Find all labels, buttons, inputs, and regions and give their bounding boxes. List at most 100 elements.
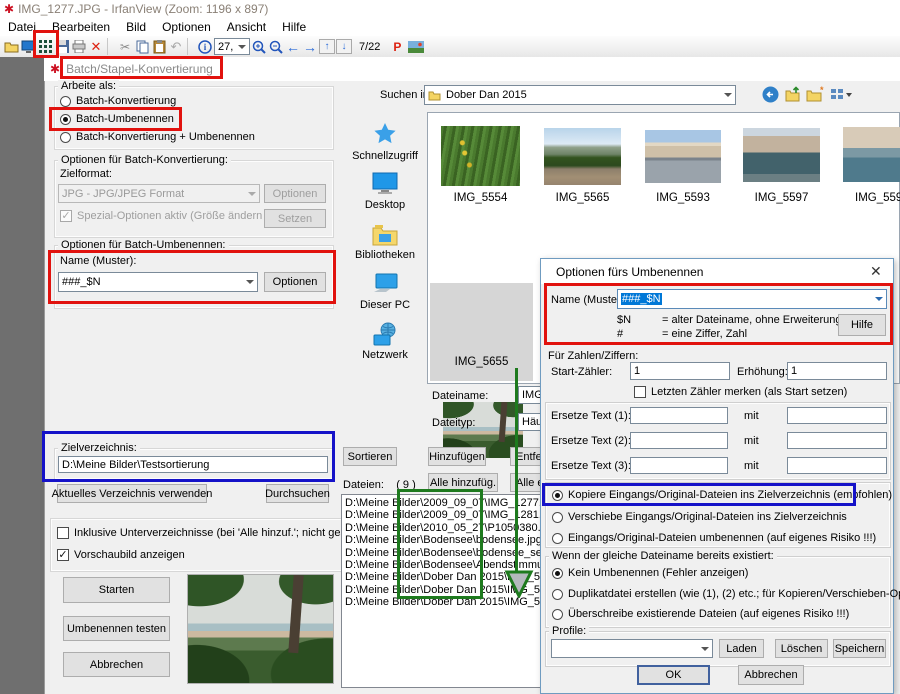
- netzwerk-icon[interactable]: [372, 322, 398, 351]
- undo-icon[interactable]: ↶: [168, 38, 184, 55]
- zaehler-merken-checkbox[interactable]: Letzten Zähler merken (als Start setzen): [634, 386, 847, 398]
- save-icon[interactable]: [54, 38, 70, 55]
- last-image-button[interactable]: ↓: [336, 39, 352, 54]
- umbenennen-testen-button[interactable]: Umbenennen testen: [63, 616, 170, 641]
- radio-batch-konv-umbenennen[interactable]: Batch-Konvertierung + Umbenennen: [60, 131, 255, 143]
- checkbox-icon[interactable]: [634, 386, 646, 398]
- mit-3-input[interactable]: [787, 457, 887, 474]
- schnellzugriff-icon[interactable]: [372, 122, 398, 151]
- paste-icon[interactable]: [151, 38, 167, 55]
- checkbox-icon[interactable]: [57, 527, 69, 539]
- ren-name-muster-combobox[interactable]: ###_$N: [617, 289, 887, 309]
- zielverzeichnis-input[interactable]: D:\Meine Bilder\Testsortierung: [58, 456, 328, 473]
- ersetze-3-input[interactable]: [630, 457, 728, 474]
- laden-button[interactable]: Laden: [719, 639, 764, 658]
- radio-icon[interactable]: [60, 96, 71, 107]
- start-zaehler-input[interactable]: 1: [630, 362, 730, 380]
- menu-bild[interactable]: Bild: [118, 20, 154, 34]
- checkbox-icon[interactable]: [57, 549, 69, 561]
- radio-batch-umbenennen[interactable]: Batch-Umbenennen: [60, 113, 174, 125]
- zoom-out-icon[interactable]: [268, 38, 284, 55]
- batch-abbrechen-button[interactable]: Abbrechen: [63, 652, 170, 677]
- ok-button[interactable]: OK: [637, 665, 710, 685]
- print-icon[interactable]: [71, 38, 87, 55]
- radio-kopiere[interactable]: Kopiere Eingangs/Original-Dateien ins Zi…: [552, 489, 892, 501]
- first-image-button[interactable]: ↑: [319, 39, 335, 54]
- mit-1-input[interactable]: [787, 407, 887, 424]
- back-icon[interactable]: [762, 86, 779, 106]
- hilfe-button[interactable]: Hilfe: [838, 314, 886, 336]
- info-icon[interactable]: i: [197, 38, 213, 55]
- close-icon[interactable]: ✕: [870, 263, 882, 280]
- mit-2-input[interactable]: [787, 432, 887, 449]
- menu-hilfe[interactable]: Hilfe: [274, 20, 314, 34]
- ersetze-2-input[interactable]: [630, 432, 728, 449]
- open-folder-icon[interactable]: [3, 38, 19, 55]
- cut-icon[interactable]: ✂: [117, 38, 133, 55]
- view-menu-icon[interactable]: [830, 86, 854, 106]
- zoom-in-icon[interactable]: [251, 38, 267, 55]
- radio-kein-umbenennen[interactable]: Kein Umbenennen (Fehler anzeigen): [552, 567, 748, 579]
- zoom-level-combobox[interactable]: 27,: [214, 38, 250, 55]
- unterverzeichnisse-checkbox[interactable]: Inklusive Unterverzeichnisse (bei 'Alle …: [57, 527, 359, 539]
- irfanview-dialog-icon: ✱: [50, 62, 60, 76]
- radio-batch-konvertierung[interactable]: Batch-Konvertierung: [60, 95, 176, 107]
- place-dieser-pc[interactable]: Dieser PC: [345, 299, 425, 311]
- durchsuchen-button[interactable]: Durchsuchen: [266, 484, 329, 503]
- thumbnail-img-5565[interactable]: [544, 128, 621, 185]
- speichern-button[interactable]: Speichern: [833, 639, 886, 658]
- ren-abbrechen-button[interactable]: Abbrechen: [738, 665, 804, 685]
- radio-verschiebe[interactable]: Verschiebe Eingangs/Original-Dateien ins…: [552, 511, 847, 523]
- next-image-icon[interactable]: →: [302, 38, 318, 55]
- alle-hinzufuegen-button[interactable]: Alle hinzufüg.: [428, 473, 498, 492]
- dieser-pc-icon[interactable]: [372, 272, 398, 299]
- radio-icon[interactable]: [552, 490, 563, 501]
- slideshow-icon[interactable]: [20, 38, 36, 55]
- batch-conversion-icon[interactable]: [37, 38, 53, 55]
- profile-combobox[interactable]: [551, 639, 713, 658]
- radio-icon[interactable]: [552, 533, 563, 544]
- radio-ueberschreibe[interactable]: Überschreibe existierende Dateien (auf e…: [552, 608, 849, 620]
- place-desktop[interactable]: Desktop: [345, 199, 425, 211]
- place-bibliotheken[interactable]: Bibliotheken: [345, 249, 425, 261]
- desktop-icon[interactable]: [372, 172, 398, 199]
- radio-icon[interactable]: [552, 609, 563, 620]
- radio-umbenennen-risiko[interactable]: Eingangs/Original-Dateien umbenennen (au…: [552, 532, 876, 544]
- menu-optionen[interactable]: Optionen: [154, 20, 219, 34]
- copy-icon[interactable]: [134, 38, 150, 55]
- starten-button[interactable]: Starten: [63, 577, 170, 603]
- place-schnellzugriff[interactable]: Schnellzugriff: [345, 150, 425, 162]
- previous-image-icon[interactable]: ←: [285, 38, 301, 55]
- erhoehung-input[interactable]: 1: [787, 362, 887, 380]
- delete-icon[interactable]: ✕: [88, 38, 104, 55]
- place-netzwerk[interactable]: Netzwerk: [345, 349, 425, 361]
- radio-icon[interactable]: [552, 589, 563, 600]
- radio-duplikatdatei[interactable]: Duplikatdatei erstellen (wie (1), (2) et…: [552, 588, 900, 600]
- thumbnail-img-5593[interactable]: [645, 130, 721, 183]
- umbenennen-optionen-button[interactable]: Optionen: [264, 272, 326, 292]
- menu-ansicht[interactable]: Ansicht: [219, 20, 274, 34]
- name-muster-combobox[interactable]: ###_$N: [58, 272, 258, 292]
- aktuelles-verzeichnis-button[interactable]: Aktuelles Verzeichnis verwenden: [57, 484, 207, 503]
- menu-datei[interactable]: Datei: [0, 20, 44, 34]
- bibliotheken-icon[interactable]: [372, 222, 398, 249]
- image-properties-icon[interactable]: [408, 38, 424, 55]
- dateityp-label: Dateityp:: [432, 417, 475, 429]
- vorschaubild-checkbox[interactable]: Vorschaubild anzeigen: [57, 549, 185, 561]
- hinzufuegen-button[interactable]: Hinzufügen: [428, 447, 486, 466]
- p-toolbar-label[interactable]: P: [393, 40, 401, 54]
- sortieren-button[interactable]: Sortieren: [343, 447, 397, 466]
- up-folder-icon[interactable]: [784, 86, 801, 106]
- radio-icon[interactable]: [552, 512, 563, 523]
- thumbnail-img-5597[interactable]: [743, 128, 820, 182]
- thumbnail-img-559x[interactable]: [843, 127, 900, 182]
- new-folder-icon[interactable]: *: [806, 86, 825, 106]
- menu-bearbeiten[interactable]: Bearbeiten: [44, 20, 118, 34]
- radio-icon[interactable]: [60, 114, 71, 125]
- radio-icon[interactable]: [60, 132, 71, 143]
- thumbnail-img-5554[interactable]: [441, 126, 520, 186]
- ersetze-1-input[interactable]: [630, 407, 728, 424]
- loeschen-button[interactable]: Löschen: [775, 639, 828, 658]
- radio-icon[interactable]: [552, 568, 563, 579]
- folder-combobox[interactable]: Dober Dan 2015: [424, 85, 736, 105]
